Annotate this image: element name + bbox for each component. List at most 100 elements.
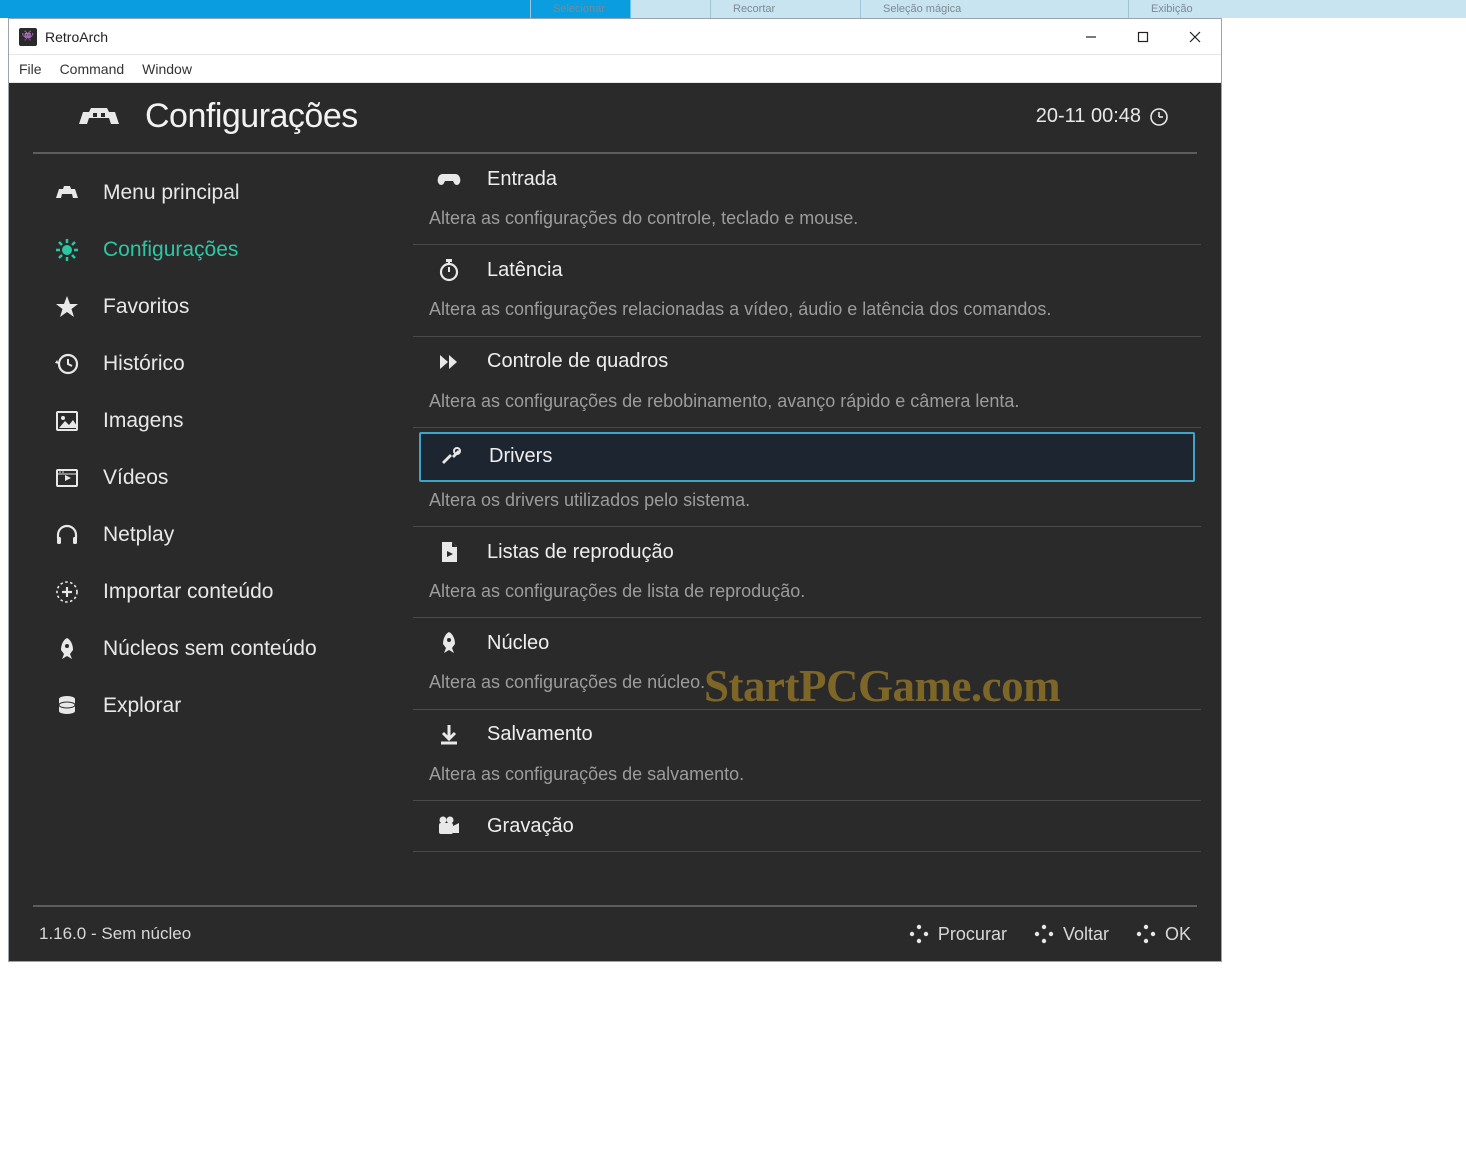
setting-grava-o[interactable]: Gravação <box>413 801 1201 852</box>
history-icon <box>53 350 81 378</box>
rocket-icon <box>435 631 463 655</box>
setting-description: Altera as configurações de rebobinamento… <box>419 387 1195 427</box>
sidebar-item-netplay[interactable]: Netplay <box>53 506 413 563</box>
sidebar: Menu principal Configurações Favoritos Hist… <box>9 154 413 905</box>
settings-list[interactable]: Entrada Altera as configurações do contro… <box>413 154 1221 905</box>
setting-head[interactable]: Gravação <box>419 801 1195 851</box>
sidebar-item-label: Menu principal <box>103 181 240 205</box>
setting-description: Altera as configurações do controle, tec… <box>419 204 1195 244</box>
setting-title: Gravação <box>487 815 574 838</box>
download-icon <box>435 723 463 747</box>
footer-search-button[interactable]: Procurar <box>908 923 1007 945</box>
footer-action-label: OK <box>1165 924 1191 945</box>
star-icon <box>53 293 81 321</box>
sidebar-item-label: Importar conteúdo <box>103 580 273 604</box>
gear-icon <box>53 236 81 264</box>
gamepad-icon <box>435 167 463 191</box>
menu-window[interactable]: Window <box>142 61 192 77</box>
setting-head[interactable]: Drivers <box>419 432 1195 482</box>
setting-title: Núcleo <box>487 632 549 655</box>
invader-icon <box>53 179 81 207</box>
setting-description: Altera as configurações de salvamento. <box>419 760 1195 800</box>
clock: 20-11 00:48 <box>1036 105 1169 128</box>
setting-salvamento[interactable]: Salvamento Altera as configurações de sal… <box>413 710 1201 801</box>
sidebar-item-label: Netplay <box>103 523 174 547</box>
footer-back-button[interactable]: Voltar <box>1033 923 1109 945</box>
version-text: 1.16.0 - Sem núcleo <box>39 924 191 944</box>
sidebar-item-menu-principal[interactable]: Menu principal <box>53 164 413 221</box>
sidebar-item-label: Configurações <box>103 238 238 262</box>
setting-title: Controle de quadros <box>487 350 668 373</box>
menubar: File Command Window <box>9 55 1221 83</box>
page-title: Configurações <box>145 97 358 136</box>
footer-action-label: Procurar <box>938 924 1007 945</box>
setting-title: Latência <box>487 259 563 282</box>
background-toolbar: Selecionar Recortar Seleção mágica Exibi… <box>0 0 1466 18</box>
sidebar-item-label: Núcleos sem conteúdo <box>103 637 317 661</box>
playlist-file-icon <box>435 540 463 564</box>
menu-file[interactable]: File <box>19 61 42 77</box>
setting-title: Entrada <box>487 168 557 191</box>
sidebar-item-label: Vídeos <box>103 466 168 490</box>
ghost-menu-item: Recortar <box>710 0 860 18</box>
database-icon <box>53 692 81 720</box>
sidebar-item-importar-conte-do[interactable]: Importar conteúdo <box>53 563 413 620</box>
dpad-icon <box>1135 923 1157 945</box>
sidebar-item-v-deos[interactable]: Vídeos <box>53 449 413 506</box>
setting-listas-de-reprodu-o[interactable]: Listas de reprodução Altera as configuraç… <box>413 527 1201 618</box>
setting-n-cleo[interactable]: Núcleo Altera as configurações de núcleo. <box>413 618 1201 709</box>
ghost-menu-item: Seleção mágica <box>860 0 1090 18</box>
setting-entrada[interactable]: Entrada Altera as configurações do contro… <box>413 154 1201 245</box>
dpad-icon <box>1033 923 1055 945</box>
sidebar-item-label: Explorar <box>103 694 181 718</box>
sidebar-item-imagens[interactable]: Imagens <box>53 392 413 449</box>
setting-lat-ncia[interactable]: Latência Altera as configurações relacion… <box>413 245 1201 336</box>
setting-head[interactable]: Núcleo <box>419 618 1195 668</box>
menu-command[interactable]: Command <box>60 61 125 77</box>
maximize-button[interactable] <box>1117 19 1169 55</box>
sidebar-item-label: Imagens <box>103 409 184 433</box>
setting-description: Altera as configurações de lista de repr… <box>419 577 1195 617</box>
sidebar-item-explorar[interactable]: Explorar <box>53 677 413 734</box>
window-title: RetroArch <box>45 29 108 45</box>
setting-title: Drivers <box>489 445 552 468</box>
stopwatch-icon <box>435 258 463 282</box>
footer-ok-button[interactable]: OK <box>1135 923 1191 945</box>
rocket-icon <box>53 635 81 663</box>
setting-title: Salvamento <box>487 723 593 746</box>
image-icon <box>53 407 81 435</box>
sidebar-item-n-cleos-sem-conte-do[interactable]: Núcleos sem conteúdo <box>53 620 413 677</box>
add-circle-icon <box>53 578 81 606</box>
titlebar[interactable]: 👾 RetroArch <box>9 19 1221 55</box>
footer-action-label: Voltar <box>1063 924 1109 945</box>
ghost-menu-item: Selecionar <box>530 0 710 18</box>
setting-controle-de-quadros[interactable]: Controle de quadros Altera as configuraçõ… <box>413 337 1201 428</box>
dpad-icon <box>908 923 930 945</box>
close-button[interactable] <box>1169 19 1221 55</box>
tools-icon <box>437 445 465 469</box>
setting-description: Altera as configurações de núcleo. <box>419 668 1195 708</box>
setting-head[interactable]: Salvamento <box>419 710 1195 760</box>
video-icon <box>53 464 81 492</box>
fastforward-icon <box>435 350 463 374</box>
sidebar-item-label: Favoritos <box>103 295 189 319</box>
retroarch-logo-icon <box>77 103 121 131</box>
app-window: 👾 RetroArch File Command Window <box>8 18 1222 962</box>
sidebar-item-hist-rico[interactable]: Histórico <box>53 335 413 392</box>
sidebar-item-configura-es[interactable]: Configurações <box>53 221 413 278</box>
clock-icon <box>1149 107 1169 127</box>
setting-title: Listas de reprodução <box>487 541 674 564</box>
setting-drivers[interactable]: DriversAltera os drivers utilizados pelo… <box>413 432 1201 527</box>
minimize-button[interactable] <box>1065 19 1117 55</box>
timestamp-text: 20-11 00:48 <box>1036 105 1141 128</box>
headset-icon <box>53 521 81 549</box>
setting-head[interactable]: Entrada <box>419 154 1195 204</box>
setting-head[interactable]: Latência <box>419 245 1195 295</box>
setting-head[interactable]: Controle de quadros <box>419 337 1195 387</box>
ghost-menu-item: Exibição <box>1128 0 1318 18</box>
setting-head[interactable]: Listas de reprodução <box>419 527 1195 577</box>
sidebar-item-label: Histórico <box>103 352 185 376</box>
camera-icon <box>435 814 463 838</box>
setting-description: Altera as configurações relacionadas a v… <box>419 295 1195 335</box>
sidebar-item-favoritos[interactable]: Favoritos <box>53 278 413 335</box>
